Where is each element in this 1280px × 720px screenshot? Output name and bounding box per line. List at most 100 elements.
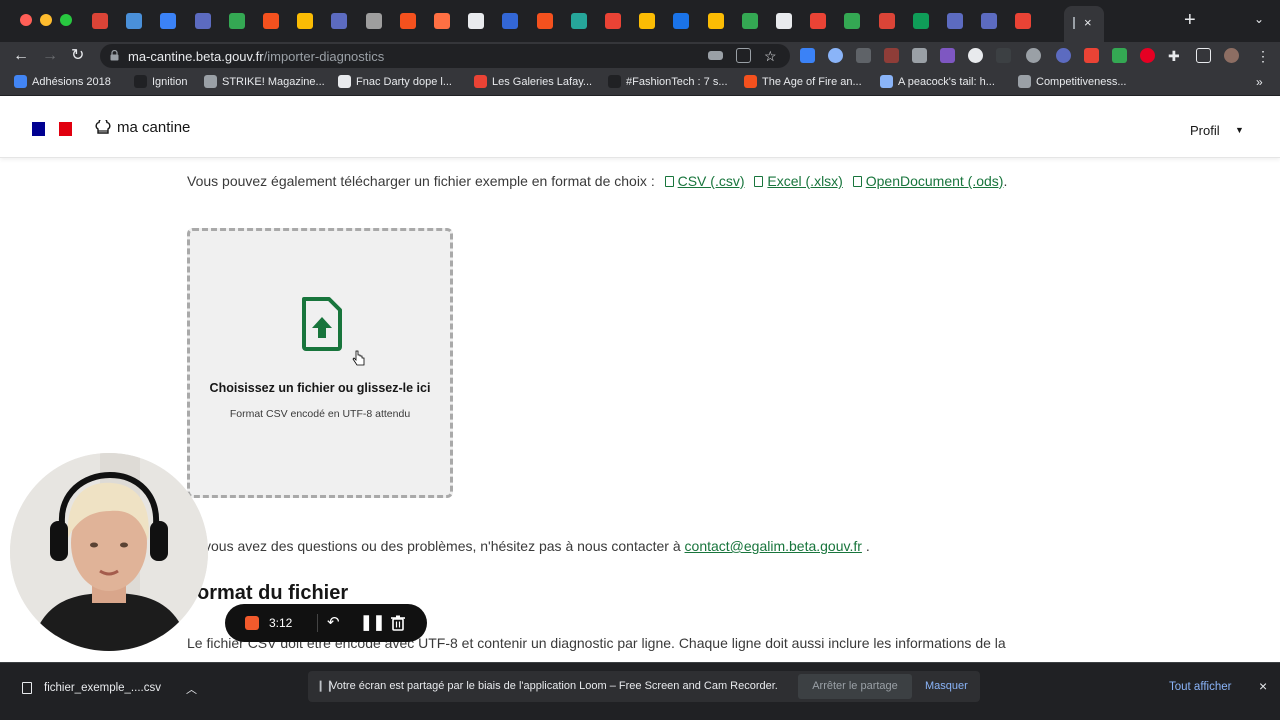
tab-favicon-icon[interactable] xyxy=(639,13,655,29)
share-icon[interactable] xyxy=(736,48,751,63)
stop-sharing-button[interactable]: Arrêter le partage xyxy=(798,674,912,699)
file-upload-icon xyxy=(302,297,342,351)
tab-favicon-icon[interactable] xyxy=(468,13,484,29)
restart-icon[interactable]: ↶ xyxy=(327,613,340,633)
active-tab[interactable]: × xyxy=(1064,6,1104,42)
tab-favicon-icon[interactable] xyxy=(776,13,792,29)
tab-favicon-icon[interactable] xyxy=(537,13,553,29)
download-xlsx-link[interactable]: Excel (.xlsx) xyxy=(754,173,843,189)
stop-recording-button[interactable] xyxy=(245,616,259,630)
close-icon[interactable]: × xyxy=(1259,678,1267,694)
tab-favicon-icon[interactable] xyxy=(126,13,142,29)
extensions-puzzle-icon[interactable]: ✚ xyxy=(1168,46,1180,66)
extension-icon[interactable] xyxy=(1056,48,1071,63)
tab-favicon-icon[interactable] xyxy=(400,13,416,29)
menu-kebab-icon[interactable]: ⋮ xyxy=(1256,46,1270,66)
chevron-up-icon[interactable]: ︿ xyxy=(186,681,197,697)
bookmark-item[interactable]: Fnac Darty dope l... xyxy=(338,75,452,88)
new-tab-button[interactable]: + xyxy=(1184,10,1196,30)
tab-search-chevron-icon[interactable]: ⌄ xyxy=(1254,12,1264,26)
extension-icon[interactable] xyxy=(856,48,871,63)
download-ods-link[interactable]: OpenDocument (.ods) xyxy=(852,173,1003,189)
tab-favicon-icon[interactable] xyxy=(708,13,724,29)
trash-icon[interactable] xyxy=(391,615,405,631)
window-zoom-button[interactable] xyxy=(60,14,72,26)
chevron-down-icon[interactable]: ▼ xyxy=(1235,125,1244,135)
bookmark-item[interactable]: A peacock's tail: h... xyxy=(880,75,995,88)
bookmark-item[interactable]: Competitiveness... xyxy=(1018,75,1126,88)
extension-icon[interactable] xyxy=(1112,48,1127,63)
tab-favicon-icon[interactable] xyxy=(810,13,826,29)
tab-favicon-icon[interactable] xyxy=(913,13,929,29)
extension-icon[interactable] xyxy=(800,48,815,63)
pinterest-icon[interactable] xyxy=(1140,48,1155,63)
forward-arrow-icon[interactable]: → xyxy=(42,46,58,66)
contact-email-link[interactable]: contact@egalim.beta.gouv.fr xyxy=(685,538,862,554)
download-csv-link[interactable]: CSV (.csv) xyxy=(664,173,745,189)
extension-icon[interactable] xyxy=(828,48,843,63)
tab-favicon-icon[interactable] xyxy=(263,13,279,29)
tab-favicon-icon[interactable] xyxy=(195,13,211,29)
tab-favicon-icon[interactable] xyxy=(160,13,176,29)
site-logo-text[interactable]: ma cantine xyxy=(117,119,190,136)
tab-favicon-icon[interactable] xyxy=(229,13,245,29)
bookmark-star-icon[interactable]: ☆ xyxy=(764,46,777,66)
bookmark-item[interactable]: STRIKE! Magazine... xyxy=(204,75,325,88)
tab-favicon-icon[interactable] xyxy=(571,13,587,29)
hide-share-button[interactable]: Masquer xyxy=(925,680,968,692)
tab-favicon-icon[interactable] xyxy=(879,13,895,29)
tab-favicon-icon[interactable] xyxy=(844,13,860,29)
camera-icon[interactable] xyxy=(708,51,723,60)
extension-icon[interactable] xyxy=(1026,48,1041,63)
tab-favicon-icon[interactable] xyxy=(605,13,621,29)
side-panel-icon[interactable] xyxy=(1196,48,1211,63)
download-shelf: fichier_exemple_....csv ︿ ❙❙ Votre écran… xyxy=(0,662,1280,720)
downloaded-file-item[interactable]: fichier_exemple_....csv ︿ xyxy=(10,663,210,711)
tab-favicon-icon[interactable] xyxy=(366,13,382,29)
bookmark-item[interactable]: Ignition xyxy=(134,75,187,88)
bookmarks-bar: Adhésions 2018 Ignition STRIKE! Magazine..… xyxy=(0,70,1280,96)
reload-icon[interactable]: ↻ xyxy=(71,46,84,66)
address-bar[interactable]: ma-cantine.beta.gouv.fr/importer-diagnos… xyxy=(100,44,790,68)
tab-favicon-icon[interactable] xyxy=(673,13,689,29)
tab-favicon-icon[interactable] xyxy=(742,13,758,29)
bookmark-item[interactable]: #FashionTech : 7 s... xyxy=(608,75,728,88)
extension-icon[interactable] xyxy=(1084,48,1099,63)
tab-close-icon[interactable]: × xyxy=(1084,15,1092,30)
extension-icon[interactable] xyxy=(940,48,955,63)
bookmark-item[interactable]: The Age of Fire an... xyxy=(744,75,862,88)
tab-favicon-icon[interactable] xyxy=(1015,13,1031,29)
extension-icon[interactable] xyxy=(996,48,1011,63)
loom-webcam-bubble[interactable] xyxy=(10,453,208,651)
profile-avatar[interactable] xyxy=(1224,48,1239,63)
profile-menu-button[interactable]: Profil xyxy=(1190,123,1220,138)
bookmark-item[interactable]: Adhésions 2018 xyxy=(14,75,111,88)
window-close-button[interactable] xyxy=(20,14,32,26)
extension-icon[interactable] xyxy=(912,48,927,63)
file-dropzone[interactable]: Choisissez un fichier ou glissez-le ici … xyxy=(187,228,453,498)
tab-favicon-icon[interactable] xyxy=(947,13,963,29)
tab-favicon-icon[interactable] xyxy=(92,13,108,29)
back-arrow-icon[interactable]: ← xyxy=(13,46,29,66)
extension-icon[interactable] xyxy=(968,48,983,63)
dropzone-title: Choisissez un fichier ou glissez-le ici xyxy=(209,381,431,395)
intro-text: Vous pouvez également télécharger un fic… xyxy=(187,173,655,189)
loom-recording-controls: 3:12 ↶ ❚❚ xyxy=(225,604,427,642)
pause-icon[interactable]: ❚❚ xyxy=(360,613,385,633)
tab-favicon-icon[interactable] xyxy=(434,13,450,29)
bookmark-label: Competitiveness... xyxy=(1036,75,1127,88)
tab-favicon-icon[interactable] xyxy=(502,13,518,29)
tab-favicon-icon[interactable] xyxy=(331,13,347,29)
tab-favicon-icon[interactable] xyxy=(981,13,997,29)
url-host: ma-cantine.beta.gouv.fr xyxy=(128,49,264,64)
show-all-downloads-button[interactable]: Tout afficher xyxy=(1169,681,1231,693)
bookmark-label: Les Galeries Lafay... xyxy=(492,75,593,88)
republique-francaise-flag-logo[interactable] xyxy=(32,122,72,136)
window-minimize-button[interactable] xyxy=(40,14,52,26)
extension-icon[interactable] xyxy=(884,48,899,63)
bookmark-favicon-icon xyxy=(744,75,757,88)
tab-favicon-icon[interactable] xyxy=(297,13,313,29)
bookmark-item[interactable]: Les Galeries Lafay... xyxy=(474,75,592,88)
divider xyxy=(317,614,318,632)
bookmarks-overflow-icon[interactable]: » xyxy=(1256,75,1263,89)
